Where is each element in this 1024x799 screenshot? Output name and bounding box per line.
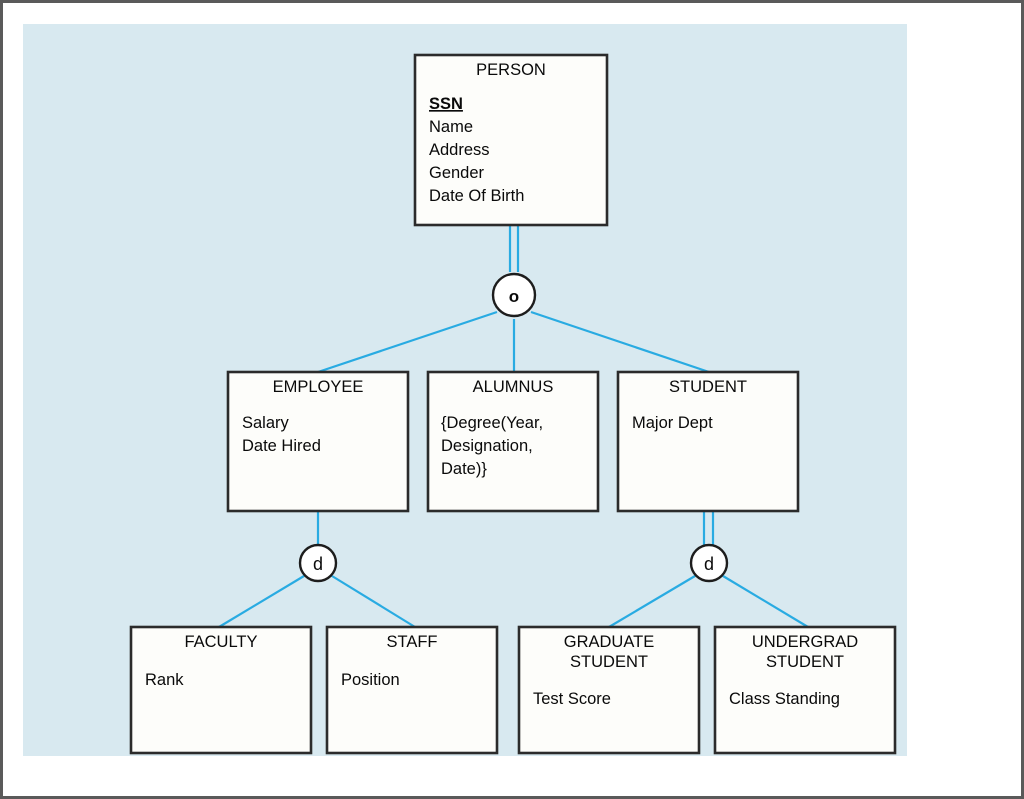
entity-undergrad-student-title-line2: STUDENT bbox=[766, 653, 844, 671]
student-disjoint-circle-label: d bbox=[704, 554, 714, 574]
entity-student-title: STUDENT bbox=[669, 378, 747, 396]
entity-graduate-student-attribute-test-score: Test Score bbox=[533, 690, 611, 708]
entity-graduate-student-title-line2: STUDENT bbox=[570, 653, 648, 671]
figure-frame: PERSON SSN Name Address Gender Date Of B… bbox=[0, 0, 1024, 799]
entity-employee-title: EMPLOYEE bbox=[273, 378, 364, 396]
entity-staff-attribute-position: Position bbox=[341, 671, 400, 689]
entity-alumnus[interactable]: ALUMNUS {Degree(Year, Designation, Date)… bbox=[426, 370, 600, 513]
entity-graduate-student[interactable]: GRADUATE STUDENT Test Score bbox=[517, 625, 701, 755]
entity-alumnus-attribute-degree-line3: Date)} bbox=[441, 460, 487, 478]
eer-diagram-canvas: PERSON SSN Name Address Gender Date Of B… bbox=[129, 53, 897, 755]
connector-disjoint-to-faculty bbox=[218, 575, 305, 628]
entity-person-attribute-address: Address bbox=[429, 141, 490, 159]
specialization-circle-overlap[interactable]: o bbox=[491, 272, 537, 318]
employee-disjoint-circle-label: d bbox=[313, 554, 323, 574]
connector-disjoint-to-staff bbox=[331, 575, 416, 628]
entity-employee[interactable]: EMPLOYEE Salary Date Hired bbox=[226, 370, 410, 513]
entity-alumnus-attribute-degree-line2: Designation, bbox=[441, 437, 533, 455]
entity-alumnus-attribute-degree-line1: {Degree(Year, bbox=[441, 414, 543, 432]
connector-person-to-overlap-circle bbox=[508, 225, 520, 272]
entity-person-attribute-date-of-birth: Date Of Birth bbox=[429, 187, 524, 205]
entity-employee-attribute-date-hired: Date Hired bbox=[242, 437, 321, 455]
entity-staff[interactable]: STAFF Position bbox=[325, 625, 499, 755]
overlap-circle-label: o bbox=[509, 287, 519, 306]
entity-person-attribute-name: Name bbox=[429, 118, 473, 136]
specialization-circle-employee-disjoint[interactable]: d bbox=[298, 543, 338, 583]
entity-undergrad-student[interactable]: UNDERGRAD STUDENT Class Standing bbox=[713, 625, 897, 755]
entity-staff-title: STAFF bbox=[386, 633, 437, 651]
connector-student-to-disjoint-circle bbox=[702, 511, 715, 545]
entity-student[interactable]: STUDENT Major Dept bbox=[616, 370, 800, 513]
entity-alumnus-title: ALUMNUS bbox=[473, 378, 554, 396]
entity-student-attribute-major-dept: Major Dept bbox=[632, 414, 713, 432]
entity-person-title: PERSON bbox=[476, 61, 546, 79]
connector-disjoint-to-graduate-student bbox=[608, 575, 696, 628]
connector-disjoint-to-undergrad-student bbox=[722, 575, 809, 628]
entity-person[interactable]: PERSON SSN Name Address Gender Date Of B… bbox=[413, 53, 609, 227]
entity-person-attribute-ssn: SSN bbox=[429, 95, 463, 113]
entity-person-attribute-gender: Gender bbox=[429, 164, 485, 182]
entity-faculty[interactable]: FACULTY Rank bbox=[129, 625, 313, 755]
connector-overlap-to-employee bbox=[317, 310, 498, 374]
entity-undergrad-student-attribute-class-standing: Class Standing bbox=[729, 690, 840, 708]
entity-employee-attribute-salary: Salary bbox=[242, 414, 290, 432]
entity-faculty-attribute-rank: Rank bbox=[145, 671, 184, 689]
diagram-panel: PERSON SSN Name Address Gender Date Of B… bbox=[23, 24, 907, 756]
entity-faculty-title: FACULTY bbox=[184, 633, 257, 651]
entity-undergrad-student-title-line1: UNDERGRAD bbox=[752, 633, 858, 651]
entity-graduate-student-title-line1: GRADUATE bbox=[564, 633, 654, 651]
specialization-circle-student-disjoint[interactable]: d bbox=[689, 543, 729, 583]
connector-overlap-to-student bbox=[530, 310, 710, 374]
